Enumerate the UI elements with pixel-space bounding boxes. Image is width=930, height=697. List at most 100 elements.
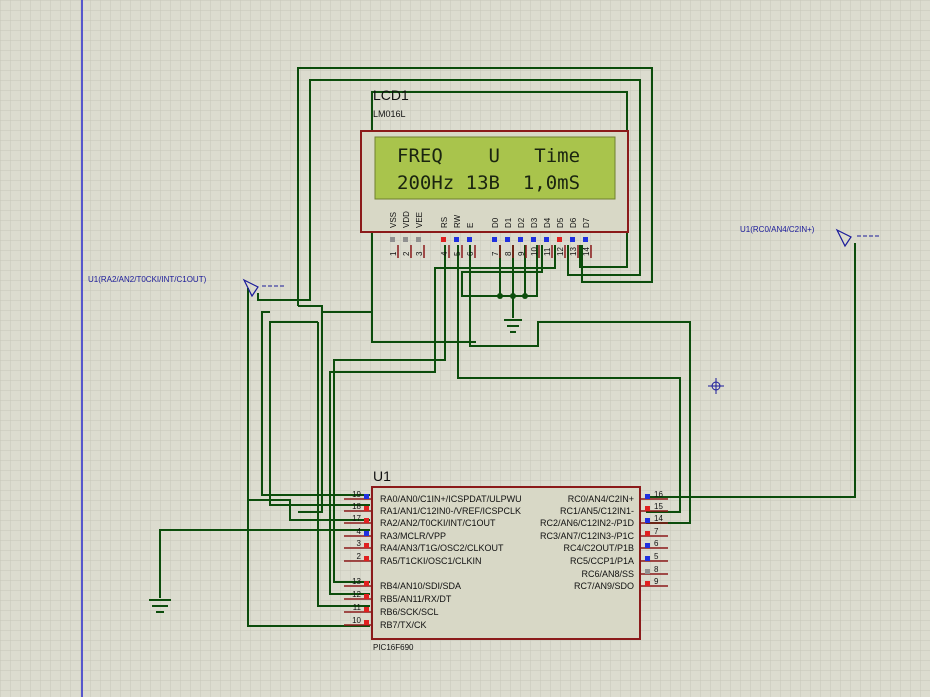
mcu-left-pin-name: RB4/AN10/SDI/SDA: [380, 581, 461, 591]
mcu-right-pin-number: 8: [654, 565, 659, 574]
lcd-pin-marker: [467, 237, 472, 242]
lcd-pin-marker: [492, 237, 497, 242]
mcu-left-pin-number: 3: [357, 539, 362, 548]
mcu-right-pin-marker: [645, 569, 650, 574]
lcd-line-2: 200Hz 13B 1,0mS: [397, 172, 580, 194]
mcu-right-pin-marker: [645, 581, 650, 586]
lcd-pin-number: 12: [556, 247, 565, 256]
mcu-left-pin-number: 10: [352, 616, 361, 625]
lcd-pin-name: D6: [569, 217, 578, 228]
lcd-pin-marker: [416, 237, 421, 242]
lcd-pin-marker: [544, 237, 549, 242]
lcd-line-1: FREQ U Time: [397, 145, 580, 167]
mcu-left-pin-number: 11: [353, 603, 362, 612]
lcd-pin-number: 5: [453, 251, 462, 256]
lcd-pin-name: D2: [517, 217, 526, 228]
mcu-left-pin-name: RA1/AN1/C12IN0-/VREF/ICSPCLK: [380, 506, 521, 516]
mcu-right-pin-number: 7: [654, 527, 659, 536]
mcu-left-pin-number: 4: [357, 527, 362, 536]
mcu-left-pin-name: RA3/MCLR/VPP: [380, 531, 446, 541]
lcd-pin-name: VSS: [389, 212, 398, 228]
mcu-right-pin-marker: [645, 531, 650, 536]
lcd-pin-name: RW: [453, 214, 462, 228]
mcu-left-pin-name: RB7/TX/CK: [380, 620, 427, 630]
lcd-pin-number: 3: [415, 251, 424, 256]
mcu-left-pin-name: RB5/AN11/RX/DT: [380, 594, 452, 604]
lcd-pin-number: 9: [517, 251, 526, 256]
mcu-left-pin-number: 2: [357, 552, 362, 561]
probe-right-label: U1(RC0/AN4/C2IN+): [740, 225, 815, 234]
probe-left-label: U1(RA2/AN2/T0CKI/INT/C1OUT): [88, 275, 207, 284]
mcu-left-pin-marker: [364, 531, 369, 536]
mcu-left-pin-marker: [364, 543, 369, 548]
lcd-model-label: LM016L: [373, 109, 406, 119]
mcu-part-label: PIC16F690: [373, 643, 414, 652]
junctions: [497, 293, 528, 299]
lcd-pin-name: VDD: [402, 211, 411, 228]
mcu-right-pin-number: 6: [654, 539, 659, 548]
mcu-right-pin-number: 9: [654, 577, 659, 586]
lcd-pin-marker: [570, 237, 575, 242]
mcu-left-pin-marker: [364, 506, 369, 511]
lcd-pin-name: D4: [543, 217, 552, 228]
lcd-pin-number: 2: [402, 251, 411, 256]
mcu-left-pin-number: 18: [352, 502, 361, 511]
mcu-right-pin-name: RC3/AN7/C12IN3-/P1C: [540, 531, 635, 541]
mcu-right-pin-name: RC5/CCP1/P1A: [570, 556, 634, 566]
mcu-right-pin-marker: [645, 506, 650, 511]
lcd-pin-number: 4: [440, 251, 449, 256]
mcu-right-pin-name: RC2/AN6/C12IN2-/P1D: [540, 518, 635, 528]
lcd-pin-number: 11: [543, 247, 552, 256]
mcu-left-pin-number: 17: [352, 514, 361, 523]
mcu-right-pin-marker: [645, 518, 650, 523]
lcd-pin-number: 8: [504, 251, 513, 256]
mcu-left-pin-marker: [364, 607, 369, 612]
mcu-component[interactable]: U1 PIC16F690 19 RA0/AN0/C1IN+/ICSPDAT/ULP…: [344, 468, 668, 652]
lcd-pin-name: RS: [440, 217, 449, 228]
lcd-pin-number: 1: [389, 251, 398, 256]
mcu-right-pin-marker: [645, 543, 650, 548]
mcu-ref-label: U1: [373, 468, 391, 484]
lcd-pin-name: D0: [491, 217, 500, 228]
lcd-pin-marker: [583, 237, 588, 242]
lcd-pin-name: D5: [556, 217, 565, 228]
mcu-right-pin-marker: [645, 494, 650, 499]
lcd-pin-marker: [531, 237, 536, 242]
mcu-left-pin-name: RA0/AN0/C1IN+/ICSPDAT/ULPWU: [380, 494, 522, 504]
mcu-left-pin-name: RA4/AN3/T1G/OSC2/CLKOUT: [380, 543, 504, 553]
mcu-left-pin-marker: [364, 620, 369, 625]
lcd-pin-number: 10: [530, 247, 539, 256]
lcd-pin-name: VEE: [415, 212, 424, 228]
mcu-right-pin-number: 5: [654, 552, 659, 561]
mcu-right-pin-name: RC0/AN4/C2IN+: [568, 494, 634, 504]
lcd-pin-name: D3: [530, 217, 539, 228]
mcu-left-pin-number: 13: [352, 577, 361, 586]
lcd-pin-number: 14: [582, 247, 591, 256]
lcd-pin-name: D7: [582, 217, 591, 228]
lcd-pin-marker: [441, 237, 446, 242]
lcd-pin-name: E: [466, 223, 475, 228]
mcu-left-pin-name: RA2/AN2/T0CKI/INT/C1OUT: [380, 518, 496, 528]
mcu-left-pin-name: RA5/T1CKI/OSC1/CLKIN: [380, 556, 482, 566]
mcu-right-pin-name: RC6/AN8/SS: [581, 569, 634, 579]
mcu-left-pin-marker: [364, 494, 369, 499]
mcu-left-pin-number: 19: [352, 490, 361, 499]
mcu-right-pin-name: RC7/AN9/SDO: [574, 581, 634, 591]
lcd-pin-marker: [454, 237, 459, 242]
lcd-pin-marker: [403, 237, 408, 242]
mcu-right-pin-name: RC4/C2OUT/P1B: [563, 543, 634, 553]
lcd-pin-marker: [505, 237, 510, 242]
mcu-left-pin-name: RB6/SCK/SCL: [380, 607, 439, 617]
lcd-pin-name: D1: [504, 217, 513, 228]
lcd-pin-marker: [390, 237, 395, 242]
mcu-left-pin-marker: [364, 556, 369, 561]
mcu-left-pin-marker: [364, 518, 369, 523]
mcu-left-pin-marker: [364, 581, 369, 586]
lcd-pin-marker: [518, 237, 523, 242]
mcu-right-pin-number: 16: [654, 490, 663, 499]
mcu-right-pin-number: 15: [654, 502, 663, 511]
mcu-left-pin-number: 12: [352, 590, 361, 599]
mcu-right-pin-number: 14: [654, 514, 663, 523]
schematic-canvas[interactable]: LCD1 LM016L FREQ U Time 200Hz 13B 1,0mS …: [0, 0, 930, 697]
mcu-right-pin-marker: [645, 556, 650, 561]
